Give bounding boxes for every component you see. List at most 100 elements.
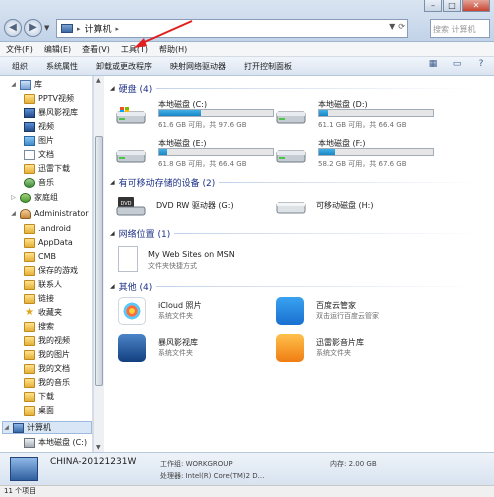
uninstall-program-button[interactable]: 卸载或更改程序 <box>96 61 152 72</box>
sidebar-item-contacts[interactable]: 联系人 <box>24 278 62 291</box>
sidebar-item-documents[interactable]: 文档 <box>24 148 54 161</box>
minimize-icon[interactable]: – <box>424 0 442 12</box>
folder-icon <box>24 237 35 248</box>
map-network-drive-button[interactable]: 映射网络驱动器 <box>170 61 226 72</box>
sidebar-item-android[interactable]: .android <box>24 222 71 235</box>
drive-d[interactable]: 本地磁盘 (D:) 61.1 GB 可用，共 66.4 GB <box>276 99 436 133</box>
sidebar-item-computer[interactable]: ◢ 计算机 <box>2 421 92 434</box>
drive-usage-bar <box>318 109 434 117</box>
scroll-up-icon[interactable]: ▲ <box>96 77 101 84</box>
maximize-icon[interactable]: □ <box>443 0 461 12</box>
view-options-icon[interactable]: ▦ <box>426 59 440 72</box>
open-control-panel-button[interactable]: 打开控制面板 <box>244 61 292 72</box>
sidebar-item-pptv[interactable]: PPTV视频 <box>24 92 74 105</box>
sidebar-item-favorites[interactable]: ★ 收藏夹 <box>24 306 62 319</box>
folder-icon <box>24 223 35 234</box>
sidebar-item-my-documents[interactable]: 我的文档 <box>24 362 70 375</box>
sidebar-item-desktop[interactable]: 桌面 <box>24 404 54 417</box>
group-header-network-location[interactable]: ◢ 网络位置 (1) <box>110 226 480 240</box>
sidebar-item-my-videos[interactable]: 我的视频 <box>24 334 70 347</box>
drive-c[interactable]: 本地磁盘 (C:) 61.6 GB 可用，共 97.6 GB <box>116 99 276 133</box>
folder-icon <box>24 363 35 374</box>
sidebar-scrollbar[interactable]: ▲ ▼ <box>93 76 104 452</box>
other-baidu-cloud[interactable]: 百度云管家 双击运行百度云管家 <box>276 297 436 329</box>
folder-icon <box>24 391 35 402</box>
expand-icon[interactable]: ◢ <box>10 81 17 88</box>
scroll-down-icon[interactable]: ▼ <box>96 444 101 451</box>
collapse-icon[interactable]: ◢ <box>110 230 115 237</box>
sidebar-item-downloads[interactable]: 下载 <box>24 390 54 403</box>
group-header-other[interactable]: ◢ 其他 (4) <box>110 279 480 293</box>
sidebar-item-appdata[interactable]: AppData <box>24 236 73 249</box>
collapse-icon[interactable]: ◢ <box>110 85 115 92</box>
music-icon <box>24 177 35 188</box>
organize-button[interactable]: 组织 <box>12 61 28 72</box>
sidebar-item-xunlei-downloads[interactable]: 迅雷下载 <box>24 162 70 175</box>
expand-icon[interactable]: ▷ <box>10 194 17 201</box>
hard-drive-icon <box>276 111 306 124</box>
shortcut-page-icon <box>118 246 138 272</box>
drive-f[interactable]: 本地磁盘 (F:) 58.2 GB 可用，共 67.6 GB <box>276 138 436 172</box>
search-input[interactable]: 搜索 计算机 <box>430 19 490 38</box>
sidebar-item-saved-games[interactable]: 保存的游戏 <box>24 264 78 277</box>
computer-name: CHINA-20121231W <box>50 457 137 467</box>
sidebar-item-storm-library[interactable]: 暴风影视库 <box>24 106 78 119</box>
drive-usage-bar <box>318 148 434 156</box>
group-header-removable-storage[interactable]: ◢ 有可移动存储的设备 (2) <box>110 175 480 189</box>
forward-button[interactable]: ▶ <box>24 19 42 37</box>
address-dropdown-icon[interactable]: ▼ <box>389 22 395 31</box>
removable-disk[interactable]: 可移动磁盘 (H:) <box>276 192 446 218</box>
group-divider <box>156 285 480 287</box>
other-storm-library[interactable]: 暴风影视库 系统文件夹 <box>118 334 278 366</box>
group-divider <box>156 87 480 89</box>
sidebar-item-my-pictures[interactable]: 我的图片 <box>24 348 70 361</box>
expand-icon[interactable]: ◢ <box>3 424 10 431</box>
status-bar: 11 个项目 <box>0 485 494 497</box>
help-icon[interactable]: ? <box>474 59 488 72</box>
sidebar-item-drive-c[interactable]: 本地磁盘 (C:) <box>24 436 87 449</box>
folder-icon <box>24 251 35 262</box>
collapse-icon[interactable]: ◢ <box>110 179 115 186</box>
refresh-icon[interactable]: ⟳ <box>398 22 405 31</box>
recent-pages-dropdown[interactable]: ▼ <box>44 24 49 32</box>
address-bar[interactable]: ▸ 计算机 ▸ ▼ ⟳ <box>56 19 408 38</box>
folder-icon <box>24 335 35 346</box>
image-icon <box>24 135 35 146</box>
preview-pane-icon[interactable]: ▭ <box>450 59 464 72</box>
back-button[interactable]: ◀ <box>4 19 22 37</box>
sidebar-item-links[interactable]: 链接 <box>24 292 54 305</box>
menu-file[interactable]: 文件(F) <box>6 44 33 55</box>
star-icon: ★ <box>25 306 34 318</box>
other-icloud-photos[interactable]: iCloud 照片 系统文件夹 <box>118 297 278 329</box>
sidebar-item-my-music[interactable]: 我的音乐 <box>24 376 70 389</box>
sidebar-item-music[interactable]: 音乐 <box>24 176 54 189</box>
homegroup-icon <box>20 192 31 203</box>
menu-edit[interactable]: 编辑(E) <box>44 44 71 55</box>
icloud-photos-icon <box>118 297 146 325</box>
network-location-msn[interactable]: My Web Sites on MSN 文件夹快捷方式 <box>118 246 318 276</box>
menu-view[interactable]: 查看(V) <box>82 44 110 55</box>
drive-e[interactable]: 本地磁盘 (E:) 61.8 GB 可用，共 66.4 GB <box>116 138 276 172</box>
menu-bar: 文件(F) 编辑(E) 查看(V) 工具(T) 帮助(H) <box>0 42 494 57</box>
sidebar-item-libraries[interactable]: ◢ 库 <box>10 78 42 91</box>
group-header-hard-disks[interactable]: ◢ 硬盘 (4) <box>110 81 480 95</box>
chevron-right-icon[interactable]: ▸ <box>116 25 120 33</box>
sidebar-item-cmb[interactable]: CMB <box>24 250 56 263</box>
sidebar-item-homegroup[interactable]: ▷ 家庭组 <box>10 191 58 204</box>
folder-icon <box>24 321 35 332</box>
other-xunlei-library[interactable]: 迅雷影音片库 系统文件夹 <box>276 334 436 366</box>
xunlei-player-icon <box>276 334 304 362</box>
breadcrumb-computer[interactable]: 计算机 <box>85 22 112 35</box>
dvd-drive[interactable]: DVD DVD RW 驱动器 (G:) <box>116 192 286 218</box>
sidebar-item-pictures[interactable]: 图片 <box>24 134 54 147</box>
system-properties-button[interactable]: 系统属性 <box>46 61 78 72</box>
chevron-right-icon[interactable]: ▸ <box>77 25 81 33</box>
scrollbar-thumb[interactable] <box>95 136 103 386</box>
sidebar-item-searches[interactable]: 搜索 <box>24 320 54 333</box>
close-icon[interactable]: ✕ <box>462 0 490 12</box>
item-count: 11 个项目 <box>4 487 37 495</box>
expand-icon[interactable]: ◢ <box>10 210 17 217</box>
collapse-icon[interactable]: ◢ <box>110 283 115 290</box>
sidebar-item-administrator[interactable]: ◢ Administrator <box>10 207 89 220</box>
sidebar-item-videos[interactable]: 视频 <box>24 120 54 133</box>
